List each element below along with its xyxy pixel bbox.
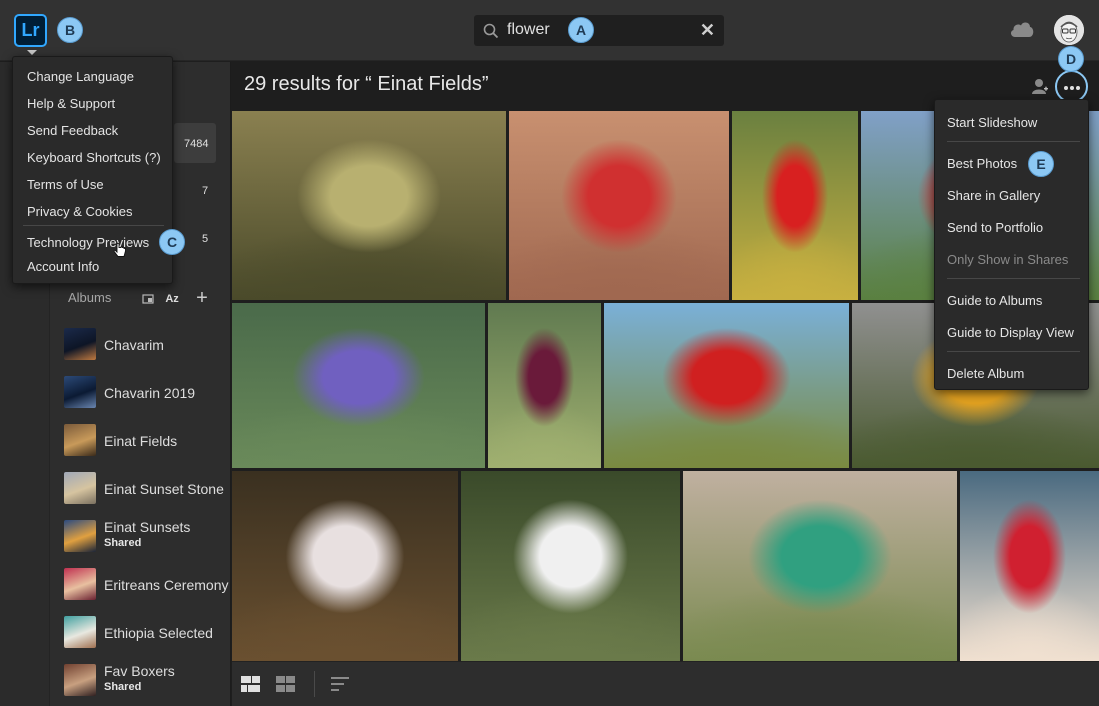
person-add-icon[interactable]: [1031, 77, 1049, 95]
cloud-icon[interactable]: [1009, 20, 1035, 38]
avatar[interactable]: [1054, 15, 1084, 45]
callout-badge-e: E: [1028, 151, 1054, 177]
album-name: Ethiopia Selected: [104, 625, 213, 641]
album-shared-label: Shared: [104, 537, 142, 549]
toolbar-divider: [314, 671, 315, 697]
album-item[interactable]: Chavarim: [64, 328, 229, 364]
album-item[interactable]: Ethiopia Selected: [64, 616, 229, 652]
count-2: 7: [202, 185, 209, 197]
album-thumbnail: [64, 424, 96, 456]
album-thumbnail: [64, 376, 96, 408]
albums-tools: Az +: [142, 287, 208, 310]
album-thumbnail: [64, 472, 96, 504]
all-photos-count: 7484: [184, 138, 209, 150]
menu-item-privacy-cookies[interactable]: Privacy & Cookies: [27, 204, 132, 219]
photo-tile-woman-flower-crown[interactable]: [960, 471, 1099, 661]
callout-badge-b: B: [57, 17, 83, 43]
album-thumbnail: [64, 328, 96, 360]
album-thumbnail: [64, 568, 96, 600]
chevron-down-icon[interactable]: [27, 50, 37, 55]
more-horizontal-icon-dot: [1076, 86, 1080, 90]
search-field[interactable]: flower ✕: [474, 15, 724, 46]
menu-item-delete-album[interactable]: Delete Album: [947, 366, 1024, 381]
count-3: 5: [202, 233, 209, 245]
lr-logo-button[interactable]: Lr: [14, 14, 47, 47]
menu-item-account-info[interactable]: Account Info: [27, 259, 99, 274]
callout-badge-d: D: [1058, 46, 1084, 72]
album-name: Einat Sunset Stone: [104, 481, 224, 497]
menu-item-guide-to-display-view[interactable]: Guide to Display View: [947, 325, 1074, 340]
app-menu: Change Language Help & Support Send Feed…: [12, 56, 173, 284]
album-item[interactable]: Fav Boxers Shared: [64, 663, 229, 700]
close-icon[interactable]: ✕: [700, 20, 715, 41]
avatar-face-icon: [1054, 15, 1084, 45]
photo-tile-red-flower-branch[interactable]: [509, 111, 729, 300]
square-grid-view-icon[interactable]: [241, 676, 260, 692]
album-item[interactable]: Eritreans Ceremony: [64, 568, 229, 604]
album-name: Chavarim: [104, 337, 164, 353]
album-item[interactable]: Chavarin 2019: [64, 376, 229, 412]
album-thumbnail: [64, 616, 96, 648]
add-album-icon[interactable]: +: [196, 287, 208, 309]
search-icon: [483, 23, 499, 39]
menu-item-best-photos[interactable]: Best Photos: [947, 156, 1017, 171]
menu-divider: [947, 351, 1080, 352]
photo-tile-white-peacock[interactable]: [461, 471, 680, 661]
menu-item-terms-of-use[interactable]: Terms of Use: [27, 177, 104, 192]
photo-tile-white-blossoms-bee[interactable]: [232, 471, 458, 661]
hand-cursor-icon: [113, 243, 126, 257]
photo-tile-beetle-on-thistle[interactable]: [683, 471, 957, 661]
menu-item-help-support[interactable]: Help & Support: [27, 96, 115, 111]
sort-az-icon[interactable]: Az: [165, 293, 178, 305]
album-item[interactable]: Einat Sunsets Shared: [64, 519, 229, 556]
menu-item-guide-to-albums[interactable]: Guide to Albums: [947, 293, 1042, 308]
menu-item-send-feedback[interactable]: Send Feedback: [27, 123, 118, 138]
album-grid-icon[interactable]: [142, 293, 154, 305]
search-input[interactable]: flower: [507, 21, 550, 39]
photo-tile-red-anemone[interactable]: [732, 111, 858, 300]
menu-item-change-language[interactable]: Change Language: [27, 69, 134, 84]
page-title: 29 results for “ Einat Fields”: [244, 73, 489, 95]
album-name: Eritreans Ceremony: [104, 577, 229, 593]
menu-item-technology-previews[interactable]: Technology Previews: [27, 235, 149, 250]
album-item[interactable]: Einat Fields: [64, 424, 229, 460]
album-thumbnail: [64, 664, 96, 696]
album-name: Einat Sunsets: [104, 519, 191, 535]
more-horizontal-icon-dot: [1070, 86, 1074, 90]
photo-tile-purple-thistle[interactable]: [232, 303, 485, 468]
menu-divider: [23, 225, 164, 226]
album-name: Fav Boxers: [104, 663, 175, 679]
menu-divider: [947, 141, 1080, 142]
photo-tile-purple-iris[interactable]: [488, 303, 601, 468]
menu-item-start-slideshow[interactable]: Start Slideshow: [947, 115, 1037, 130]
album-thumbnail: [64, 520, 96, 552]
menu-divider: [947, 278, 1080, 279]
more-menu: Start Slideshow Best Photos Share in Gal…: [934, 99, 1089, 390]
bottom-toolbar: [232, 661, 1099, 706]
uniform-grid-view-icon[interactable]: [276, 676, 295, 692]
album-name: Einat Fields: [104, 433, 178, 449]
callout-badge-c: C: [159, 229, 185, 255]
menu-item-share-in-gallery[interactable]: Share in Gallery: [947, 188, 1040, 203]
top-bar: Lr flower ✕: [0, 0, 1099, 61]
callout-badge-a: A: [568, 17, 594, 43]
albums-heading: Albums: [68, 290, 112, 305]
album-item[interactable]: Einat Sunset Stone: [64, 472, 229, 508]
sort-icon[interactable]: [331, 676, 351, 692]
photo-tile-dried-umbel[interactable]: [232, 111, 506, 300]
album-name: Chavarin 2019: [104, 385, 196, 401]
menu-item-send-to-portfolio[interactable]: Send to Portfolio: [947, 220, 1043, 235]
album-shared-label: Shared: [104, 681, 142, 693]
photo-tile-red-anemones-field[interactable]: [604, 303, 849, 468]
menu-item-only-show-in-shares: Only Show in Shares: [947, 252, 1069, 267]
menu-item-keyboard-shortcuts[interactable]: Keyboard Shortcuts (?): [27, 150, 161, 165]
more-horizontal-icon: [1064, 86, 1068, 90]
